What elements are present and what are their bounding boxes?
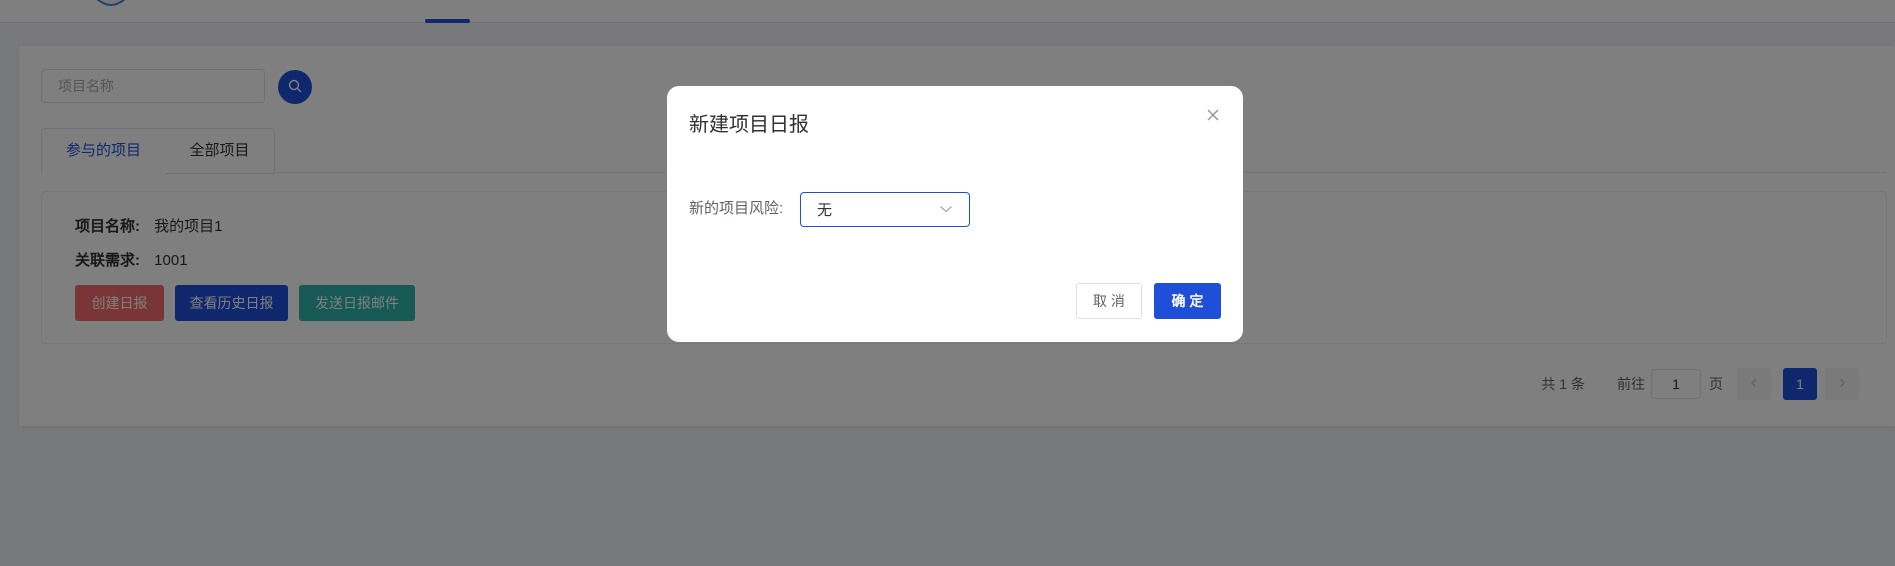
- confirm-button[interactable]: 确 定: [1154, 283, 1221, 319]
- dialog-footer: 取 消 确 定: [1076, 283, 1221, 319]
- close-icon[interactable]: [1204, 106, 1222, 124]
- dialog-title: 新建项目日报: [689, 114, 809, 136]
- chevron-down-icon: [939, 201, 953, 219]
- new-project-risk-label: 新的项目风险:: [689, 200, 784, 217]
- cancel-button[interactable]: 取 消: [1076, 283, 1142, 319]
- new-daily-report-dialog: 新建项目日报 新的项目风险: 无 取 消 确 定: [667, 86, 1243, 342]
- project-risk-select-value: 无: [817, 202, 833, 219]
- project-risk-select[interactable]: 无: [800, 192, 970, 227]
